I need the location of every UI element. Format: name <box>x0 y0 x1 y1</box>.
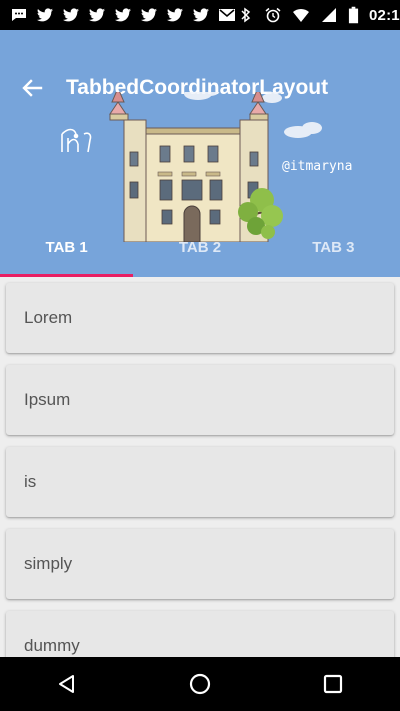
tab-2[interactable]: TAB 2 <box>133 232 266 262</box>
gmail-icon <box>219 9 235 21</box>
chat-icon <box>12 9 26 21</box>
clock: 02:14 <box>369 6 400 24</box>
twitter-icon <box>37 8 53 22</box>
list-item[interactable]: is <box>6 447 394 517</box>
tab-3[interactable]: TAB 3 <box>267 232 400 262</box>
tab-1[interactable]: TAB 1 <box>0 232 133 262</box>
back-button[interactable] <box>18 74 46 102</box>
twitter-icon <box>63 8 79 22</box>
tab-bar: TAB 1 TAB 2 TAB 3 <box>0 232 400 262</box>
bluetooth-icon <box>241 7 251 23</box>
back-arrow-icon <box>22 79 43 97</box>
system-icons: 02:14 <box>236 6 400 24</box>
alarm-icon <box>265 7 281 23</box>
twitter-icon <box>89 8 105 22</box>
battery-icon <box>348 6 359 24</box>
twitter-icon <box>193 8 209 22</box>
system-nav-bar <box>0 657 400 711</box>
recents-square-icon <box>324 674 343 694</box>
list-item[interactable]: simply <box>6 529 394 599</box>
twitter-icon <box>115 8 131 22</box>
castle-building <box>109 92 283 242</box>
list-item[interactable]: Lorem <box>6 283 394 353</box>
nav-home-button[interactable] <box>170 657 230 711</box>
twitter-icon <box>167 8 183 22</box>
status-bar: 02:14 <box>0 0 400 30</box>
back-triangle-icon <box>58 675 74 693</box>
signature-logo <box>61 128 92 153</box>
list-item[interactable]: dummy <box>6 611 394 657</box>
notification-icons <box>10 7 236 23</box>
wifi-icon <box>293 8 309 22</box>
header-illustration: @itmaryna <box>61 92 352 242</box>
twitter-icon <box>141 8 157 22</box>
nav-recents-button[interactable] <box>303 657 363 711</box>
list-item[interactable]: Ipsum <box>6 365 394 435</box>
card-list[interactable]: Lorem Ipsum is simply dummy <box>0 277 400 657</box>
handle-text: @itmaryna <box>282 159 352 174</box>
nav-back-button[interactable] <box>37 657 97 711</box>
home-circle-icon <box>189 673 211 695</box>
signal-icon <box>322 8 336 22</box>
collapsing-toolbar: TabbedCoordinatorLayout @itmaryna TAB 1 … <box>0 30 400 277</box>
